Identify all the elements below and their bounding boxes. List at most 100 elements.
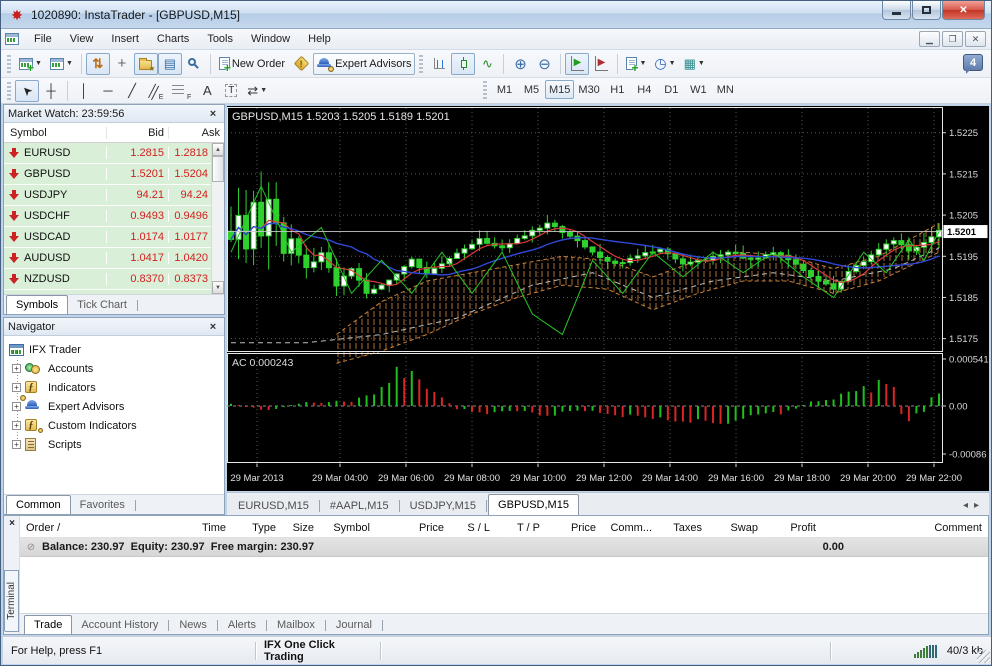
scroll-down-icon[interactable]: ▼ bbox=[212, 281, 224, 294]
tabs-scroll-right-icon[interactable]: ▸ bbox=[974, 500, 979, 511]
terminal-toggle[interactable]: ▤ bbox=[158, 53, 182, 75]
sidebar-item-expert-advisors[interactable]: +Expert Advisors bbox=[8, 397, 224, 416]
table-row[interactable]: EURJPY120.75120.78 bbox=[4, 290, 224, 294]
chart-tab--aapl-m15[interactable]: #AAPL,M15 bbox=[321, 496, 398, 515]
zoom-in-button[interactable]: ⊕ bbox=[508, 53, 532, 75]
sidebar-item-indicators[interactable]: +ƒIndicators bbox=[8, 378, 224, 397]
column-s-l[interactable]: S / L bbox=[450, 522, 496, 534]
minimize-button[interactable] bbox=[882, 1, 911, 20]
candlestick-chart-button[interactable] bbox=[451, 53, 475, 75]
horizontal-line-button[interactable]: ─ bbox=[96, 80, 120, 102]
chart-window-icon[interactable] bbox=[5, 33, 19, 45]
column-t-p[interactable]: T / P bbox=[496, 522, 546, 534]
timeframe-w1[interactable]: W1 bbox=[685, 80, 712, 99]
table-row[interactable]: USDCAD1.01741.0177 bbox=[4, 227, 224, 248]
column-taxes[interactable]: Taxes bbox=[658, 522, 708, 534]
new-chart-button[interactable]: +▼ bbox=[15, 53, 46, 75]
column-profit[interactable]: Profit bbox=[764, 522, 822, 534]
menu-charts[interactable]: Charts bbox=[148, 31, 198, 47]
strategy-tester-button[interactable] bbox=[182, 53, 206, 75]
data-window-button[interactable]: + bbox=[110, 53, 134, 75]
timeframe-h1[interactable]: H1 bbox=[604, 80, 631, 99]
indicators-button[interactable]: +▼ bbox=[622, 53, 650, 75]
new-order-button[interactable]: +New Order bbox=[215, 53, 289, 75]
market-watch-close-icon[interactable]: × bbox=[206, 107, 220, 121]
tabs-scroll-left-icon[interactable]: ◂ bbox=[963, 500, 968, 511]
cursor-tool-button[interactable]: ➤ bbox=[15, 80, 39, 102]
timeframe-m15[interactable]: M15 bbox=[545, 80, 574, 99]
scroll-thumb[interactable] bbox=[212, 156, 224, 182]
toolbar-grip[interactable] bbox=[7, 82, 11, 100]
tab-news[interactable]: News bbox=[170, 616, 216, 634]
menu-file[interactable]: File bbox=[25, 31, 61, 47]
mdi-close-button[interactable]: ✕ bbox=[965, 31, 986, 47]
zoom-out-button[interactable]: ⊖ bbox=[532, 53, 556, 75]
expand-plus-icon[interactable]: + bbox=[12, 402, 21, 411]
tab-tick-chart[interactable]: Tick Chart bbox=[68, 296, 136, 314]
bar-chart-button[interactable] bbox=[427, 53, 451, 75]
menu-help[interactable]: Help bbox=[299, 31, 340, 47]
trendline-button[interactable]: ╱ bbox=[120, 80, 144, 102]
tab-account-history[interactable]: Account History bbox=[72, 616, 167, 634]
mdi-minimize-button[interactable]: ▁ bbox=[919, 31, 940, 47]
table-row[interactable]: EURUSD1.28151.2818 bbox=[4, 143, 224, 164]
tab-common[interactable]: Common bbox=[6, 495, 71, 514]
expand-plus-icon[interactable]: + bbox=[12, 383, 21, 392]
tab-journal[interactable]: Journal bbox=[327, 616, 381, 634]
terminal-side-tab[interactable]: Terminal bbox=[4, 570, 19, 632]
scroll-up-icon[interactable]: ▲ bbox=[212, 143, 224, 156]
expand-plus-icon[interactable]: + bbox=[12, 364, 21, 373]
chart-tab-usdjpy-m15[interactable]: USDJPY,M15 bbox=[401, 496, 485, 515]
expert-advisors-button[interactable]: Expert Advisors bbox=[313, 53, 415, 75]
table-row[interactable]: USDJPY94.2194.24 bbox=[4, 185, 224, 206]
menu-insert[interactable]: Insert bbox=[102, 31, 148, 47]
profiles-button[interactable]: ▼ bbox=[46, 53, 77, 75]
mdi-restore-button[interactable]: ❐ bbox=[942, 31, 963, 47]
timeframe-h4[interactable]: H4 bbox=[631, 80, 658, 99]
column-order-[interactable]: Order / bbox=[20, 522, 170, 534]
sidebar-item-scripts[interactable]: +Scripts bbox=[8, 435, 224, 454]
toolbar-grip[interactable] bbox=[7, 55, 11, 73]
sidebar-item-accounts[interactable]: +Accounts bbox=[8, 359, 224, 378]
timeframe-m1[interactable]: M1 bbox=[491, 80, 518, 99]
column-price[interactable]: Price bbox=[546, 522, 602, 534]
column-size[interactable]: Size bbox=[282, 522, 320, 534]
text-label-button[interactable]: T bbox=[219, 80, 243, 102]
expand-plus-icon[interactable]: + bbox=[12, 440, 21, 449]
auto-scroll-button[interactable]: ▶ bbox=[565, 53, 589, 75]
timeframe-m30[interactable]: M30 bbox=[574, 80, 603, 99]
chart-shift-button[interactable]: ▶ bbox=[589, 53, 613, 75]
text-tool-button[interactable]: A bbox=[195, 80, 219, 102]
column-symbol[interactable]: Symbol bbox=[320, 522, 376, 534]
notification-badge[interactable]: 4 bbox=[963, 54, 983, 71]
maximize-button[interactable] bbox=[912, 1, 941, 20]
toolbar-grip[interactable] bbox=[483, 81, 487, 99]
navigator-toggle[interactable]: ★ bbox=[134, 53, 158, 75]
arrows-tool-button[interactable]: ⇄▼ bbox=[243, 80, 271, 102]
column-type[interactable]: Type bbox=[232, 522, 282, 534]
toolbar-grip[interactable] bbox=[419, 55, 423, 73]
terminal-close-icon[interactable]: × bbox=[6, 518, 18, 530]
column-time[interactable]: Time bbox=[170, 522, 232, 534]
alert-button[interactable]: ! bbox=[289, 53, 313, 75]
navigator-close-icon[interactable]: × bbox=[206, 320, 220, 334]
fibonacci-button[interactable]: F bbox=[168, 80, 195, 102]
column-symbol[interactable]: Symbol bbox=[4, 127, 106, 139]
tab-favorites[interactable]: Favorites bbox=[71, 496, 134, 514]
equidistant-channel-button[interactable]: ╱E bbox=[144, 80, 168, 102]
status-one-click[interactable]: IFX One Click Trading bbox=[256, 637, 380, 664]
table-row[interactable]: NZDUSD0.83700.8373 bbox=[4, 269, 224, 290]
column-comment[interactable]: Comment bbox=[822, 522, 988, 534]
timeframe-m5[interactable]: M5 bbox=[518, 80, 545, 99]
tab-symbols[interactable]: Symbols bbox=[6, 295, 68, 314]
expand-plus-icon[interactable]: + bbox=[12, 421, 21, 430]
resize-grip[interactable] bbox=[977, 650, 990, 663]
close-button[interactable]: ✕ bbox=[942, 1, 985, 20]
chart-tab-gbpusd-m15[interactable]: GBPUSD,M15 bbox=[488, 494, 579, 515]
column-bid[interactable]: Bid bbox=[106, 127, 168, 139]
line-chart-button[interactable]: ∿ bbox=[475, 53, 499, 75]
sidebar-item-custom-indicators[interactable]: +ƒCustom Indicators bbox=[8, 416, 224, 435]
market-watch-toggle[interactable]: ⇅ bbox=[86, 53, 110, 75]
periods-button[interactable]: ◷▼ bbox=[650, 53, 679, 75]
tab-mailbox[interactable]: Mailbox bbox=[268, 616, 324, 634]
